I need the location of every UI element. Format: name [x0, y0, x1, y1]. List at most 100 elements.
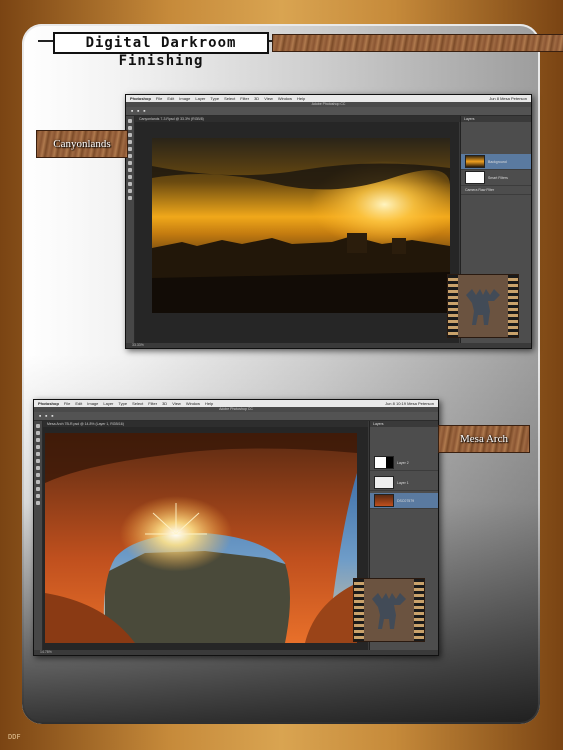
panel-tabs[interactable]: Layers [370, 421, 438, 427]
moose-icon [372, 593, 406, 629]
menu-item[interactable]: Image [179, 96, 190, 101]
marquee-tool-icon[interactable] [128, 126, 132, 130]
page-folio: DDF [8, 733, 21, 741]
lasso-tool-icon[interactable] [128, 133, 132, 137]
menu-item[interactable]: Layer [103, 401, 113, 406]
menu-item[interactable]: Type [118, 401, 127, 406]
hand-tool-icon[interactable] [128, 189, 132, 193]
move-tool-icon[interactable] [36, 424, 40, 428]
option-control[interactable]: ■ [143, 109, 145, 113]
marquee-tool-icon[interactable] [36, 431, 40, 435]
panel-tabs[interactable]: Layers [461, 116, 531, 122]
menu-item[interactable]: Image [87, 401, 98, 406]
layer-row[interactable]: DSC07579 [370, 493, 438, 509]
menu-item[interactable]: Select [224, 96, 235, 101]
status-bar: 14.78% [34, 650, 438, 655]
menu-item[interactable]: File [156, 96, 162, 101]
menu-clock: Jun 8 10:19 Mesa Peterson [385, 401, 434, 406]
layer-row[interactable]: Layer 1 [370, 475, 438, 491]
menu-item[interactable]: Filter [240, 96, 249, 101]
label-mesa-arch: Mesa Arch [438, 425, 530, 453]
option-control[interactable]: ■ [131, 109, 133, 113]
menu-clock: Jun 8 Mesa Peterson [489, 96, 527, 101]
eraser-tool-icon[interactable] [128, 161, 132, 165]
menu-item[interactable]: Photoshop [38, 401, 59, 406]
menu-item[interactable]: View [264, 96, 273, 101]
option-control[interactable]: ■ [51, 414, 53, 418]
menu-item[interactable]: File [64, 401, 70, 406]
menu-item[interactable]: Edit [75, 401, 82, 406]
lasso-tool-icon[interactable] [36, 438, 40, 442]
menu-item[interactable]: Type [210, 96, 219, 101]
pen-tool-icon[interactable] [36, 480, 40, 484]
zoom-level: 33.33% [132, 343, 144, 347]
zoom-tool-icon[interactable] [36, 501, 40, 505]
menu-item[interactable]: 3D [254, 96, 259, 101]
layer-thumbnail [374, 494, 394, 507]
option-control[interactable]: ■ [45, 414, 47, 418]
film-strip [354, 579, 364, 641]
eraser-tool-icon[interactable] [36, 466, 40, 470]
layer-row[interactable]: Layer 2 [370, 455, 438, 471]
gradient-tool-icon[interactable] [128, 168, 132, 172]
menu-item[interactable]: Help [205, 401, 213, 406]
page-title: Digital Darkroom Finishing [53, 32, 269, 69]
stamp-tool-icon[interactable] [128, 154, 132, 158]
menu-item[interactable]: Window [186, 401, 200, 406]
menu-item[interactable]: 3D [162, 401, 167, 406]
film-strip [448, 275, 458, 337]
option-control[interactable]: ■ [39, 414, 41, 418]
layer-name: Layer 1 [397, 480, 409, 485]
canvas-area[interactable] [43, 427, 368, 650]
status-bar: 33.33% [126, 343, 531, 348]
moose-icon [466, 289, 500, 325]
layer-thumbnail [374, 476, 394, 489]
layer-row[interactable]: Background [461, 154, 531, 170]
zoom-level: 14.78% [40, 650, 52, 654]
menu-item[interactable]: Help [297, 96, 305, 101]
menu-item[interactable]: Window [278, 96, 292, 101]
layer-name: Layer 2 [397, 460, 409, 465]
layer-row[interactable]: Camera Raw Filter [461, 186, 531, 195]
menu-item[interactable]: Filter [148, 401, 157, 406]
film-strip [414, 579, 424, 641]
move-tool-icon[interactable] [128, 119, 132, 123]
hand-tool-icon[interactable] [36, 494, 40, 498]
stamp-tool-icon[interactable] [36, 459, 40, 463]
canvas-area[interactable] [135, 122, 459, 343]
crop-tool-icon[interactable] [36, 445, 40, 449]
canyonlands-photo [152, 138, 450, 313]
layer-name: DSC07579 [397, 498, 415, 503]
layer-row[interactable]: Smart Filters [461, 170, 531, 186]
layer-thumbnail [465, 171, 485, 184]
menu-item[interactable]: Edit [167, 96, 174, 101]
title-wood-bar [272, 34, 563, 52]
crop-tool-icon[interactable] [128, 140, 132, 144]
film-strip [508, 275, 518, 337]
pen-tool-icon[interactable] [128, 175, 132, 179]
menu-item[interactable]: Layer [195, 96, 205, 101]
options-bar: ■ ■ ■ [126, 107, 531, 116]
type-tool-icon[interactable] [128, 182, 132, 186]
menu-item[interactable]: Select [132, 401, 143, 406]
menu-item[interactable]: View [172, 401, 181, 406]
layer-name: Camera Raw Filter [465, 188, 495, 192]
type-tool-icon[interactable] [36, 487, 40, 491]
label-canyonlands: Canyonlands [36, 130, 128, 158]
mesa-arch-photo [45, 433, 357, 643]
menu-bar: Photoshop File Edit Image Layer Type Sel… [34, 400, 438, 407]
menu-item[interactable]: Photoshop [130, 96, 151, 101]
layer-thumbnail [374, 456, 394, 469]
menu-bar: Photoshop File Edit Image Layer Type Sel… [126, 95, 531, 102]
zoom-tool-icon[interactable] [128, 196, 132, 200]
brush-tool-icon[interactable] [36, 452, 40, 456]
tools-panel [34, 421, 43, 650]
moose-film-logo [447, 274, 519, 338]
gradient-tool-icon[interactable] [36, 473, 40, 477]
layer-name: Background [488, 159, 507, 164]
option-control[interactable]: ■ [137, 109, 139, 113]
moose-film-logo [353, 578, 425, 642]
options-bar: ■ ■ ■ [34, 412, 438, 421]
brush-tool-icon[interactable] [128, 147, 132, 151]
layer-thumbnail [465, 155, 485, 168]
